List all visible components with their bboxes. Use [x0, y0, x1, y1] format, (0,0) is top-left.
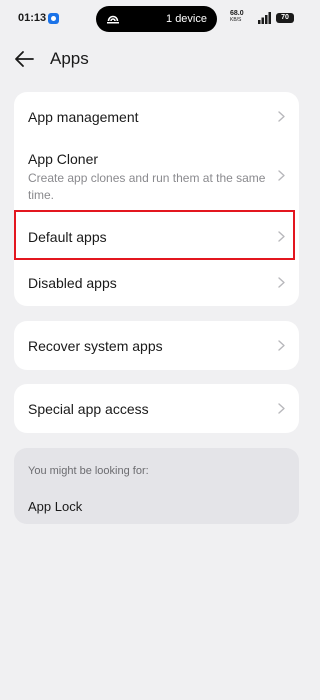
app-cloner-row[interactable]: App Cloner Create app clones and run the… — [14, 140, 299, 212]
chevron-right-icon — [278, 340, 285, 351]
app-header: Apps — [0, 40, 313, 78]
connected-device-pill[interactable]: 1 device — [96, 6, 217, 32]
settings-group-main: App management App Cloner Create app clo… — [14, 92, 299, 306]
special-app-access-label: Special app access — [28, 401, 149, 417]
device-count-text: 1 device — [166, 13, 207, 25]
chevron-right-icon — [278, 403, 285, 414]
disabled-apps-label: Disabled apps — [28, 275, 117, 291]
device-connection-icon — [107, 15, 119, 24]
status-time: 01:13 — [18, 12, 47, 24]
suggestions-label: You might be looking for: — [28, 465, 149, 477]
recover-system-apps-label: Recover system apps — [28, 338, 163, 354]
app-management-label: App management — [28, 109, 139, 125]
page-title: Apps — [50, 49, 89, 68]
settings-group-special: Special app access — [14, 384, 299, 433]
default-apps-label: Default apps — [28, 229, 107, 245]
app-cloner-label: App Cloner — [28, 151, 99, 167]
settings-group-recover: Recover system apps — [14, 321, 299, 370]
recover-system-apps-row[interactable]: Recover system apps — [14, 321, 299, 370]
suggestion-app-lock[interactable]: App Lock — [28, 499, 82, 514]
chevron-right-icon — [278, 111, 285, 122]
chevron-right-icon — [278, 277, 285, 288]
default-apps-row[interactable]: Default apps — [14, 212, 299, 260]
app-cloner-description: Create app clones and run them at the sa… — [28, 171, 266, 202]
chevron-right-icon — [278, 170, 285, 181]
suggestions-card: You might be looking for: App Lock — [14, 448, 299, 524]
network-speed-value: 68.0 — [230, 10, 244, 17]
network-speed-unit: KB/S — [230, 17, 242, 23]
back-arrow-icon — [15, 51, 34, 67]
special-app-access-row[interactable]: Special app access — [14, 384, 299, 433]
notification-app-icon — [48, 13, 59, 24]
app-management-row[interactable]: App management — [14, 92, 299, 140]
cellular-signal-icon — [258, 12, 271, 24]
battery-indicator: 70 — [276, 13, 294, 23]
disabled-apps-row[interactable]: Disabled apps — [14, 260, 299, 306]
back-button[interactable] — [10, 46, 38, 72]
status-bar: 01:13 1 device 68.0 KB/S 70 — [0, 0, 313, 38]
network-speed: 68.0 KB/S — [230, 10, 254, 24]
chevron-right-icon — [278, 231, 285, 242]
